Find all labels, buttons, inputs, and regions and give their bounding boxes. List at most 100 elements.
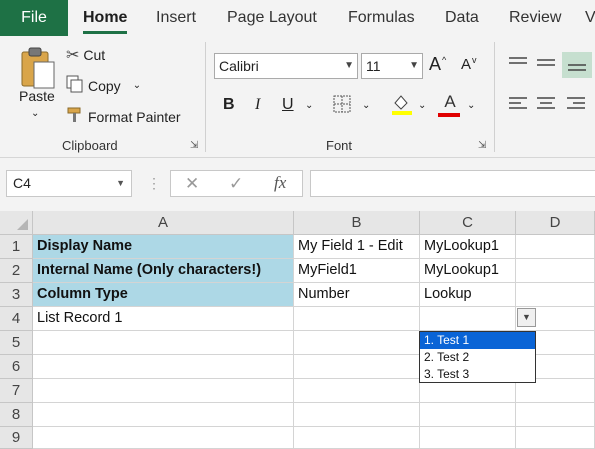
tab-data[interactable]: Data [445,0,479,36]
align-left-icon[interactable] [508,96,528,115]
row-header[interactable]: 8 [0,403,33,427]
table-cell[interactable] [294,427,420,449]
shrink-font-label: A [461,56,472,73]
insert-function-icon[interactable]: fx [274,173,286,193]
borders-chevron-down-icon[interactable]: ⌄ [362,100,370,111]
increase-font-size-button[interactable]: A ^ [429,54,446,75]
table-cell[interactable] [420,427,516,449]
table-cell[interactable] [516,427,595,449]
font-group-label: Font [326,138,353,153]
table-cell[interactable] [294,355,420,379]
table-cell[interactable]: Display Name [33,235,294,259]
tab-home[interactable]: Home [83,0,128,36]
underline-button[interactable]: U [282,96,294,114]
dropdown-option[interactable]: 2. Test 2 [420,349,535,366]
ribbon: Paste ⌄ ✂ Cut Copy ⌄ Format Painter Clip… [0,36,595,158]
row-header[interactable]: 4 [0,307,33,331]
row-header[interactable]: 5 [0,331,33,355]
font-size-select[interactable]: 11 ▼ [361,53,423,79]
cut-button[interactable]: ✂ Cut [66,45,105,65]
column-header-a[interactable]: A [33,211,294,235]
clipboard-dialog-launcher-icon[interactable]: ⇲ [190,140,198,151]
borders-icon[interactable] [332,94,352,117]
table-cell[interactable]: MyLookup1 [420,235,516,259]
column-header-d[interactable]: D [516,211,595,235]
table-cell[interactable] [294,403,420,427]
table-cell[interactable] [294,379,420,403]
name-box-chevron-down-icon[interactable]: ▼ [116,171,125,196]
tab-page-layout[interactable]: Page Layout [227,0,317,36]
column-header-b[interactable]: B [294,211,420,235]
font-color-chevron-down-icon[interactable]: ⌄ [467,100,475,111]
align-right-icon[interactable] [566,96,586,115]
font-color-label: A [444,92,456,111]
table-cell[interactable]: Column Type [33,283,294,307]
tab-view[interactable]: V [585,0,595,36]
tab-review[interactable]: Review [509,0,561,36]
table-cell[interactable] [420,403,516,427]
font-color-icon[interactable]: A [438,92,462,117]
enter-check-icon[interactable]: ✓ [229,174,243,194]
active-cell[interactable] [420,307,516,331]
row-header[interactable]: 9 [0,427,33,449]
table-cell[interactable] [294,307,420,331]
table-cell[interactable] [516,403,595,427]
copy-chevron-down-icon[interactable]: ⌄ [133,80,141,91]
font-name-select[interactable]: Calibri ▼ [214,53,358,79]
paste-chevron-down-icon[interactable]: ⌄ [31,108,39,119]
ribbon-group-divider [205,42,206,152]
fill-color-chevron-down-icon[interactable]: ⌄ [418,100,426,111]
italic-button[interactable]: I [255,96,260,114]
table-cell[interactable] [33,427,294,449]
cut-label: Cut [83,47,106,63]
formula-input[interactable] [310,170,595,197]
table-cell[interactable]: My Field 1 - Edit [294,235,420,259]
font-dialog-launcher-icon[interactable]: ⇲ [478,140,486,151]
align-middle-icon[interactable] [536,56,556,75]
decrease-font-size-button[interactable]: Av [461,55,477,74]
table-cell[interactable] [294,331,420,355]
name-box[interactable]: C4 ▼ [6,170,132,197]
table-cell[interactable] [516,283,595,307]
ribbon-group-divider [494,42,495,152]
table-cell[interactable]: MyField1 [294,259,420,283]
paste-icon[interactable] [20,46,58,93]
select-all-corner[interactable] [0,211,33,235]
tab-formulas[interactable]: Formulas [348,0,415,36]
table-cell[interactable] [33,355,294,379]
formula-bar-grip-icon[interactable]: ⋮ [147,175,161,192]
copy-button[interactable]: Copy ⌄ [66,75,141,96]
table-cell[interactable] [516,235,595,259]
format-painter-button[interactable]: Format Painter [66,106,181,127]
cancel-icon[interactable]: ✕ [185,174,199,194]
align-bottom-icon[interactable] [562,52,592,78]
cell-dropdown-arrow-icon[interactable]: ▼ [517,308,536,327]
tab-insert[interactable]: Insert [156,0,196,36]
table-cell[interactable]: Number [294,283,420,307]
table-cell[interactable]: Internal Name (Only characters!) [33,259,294,283]
row-header[interactable]: 1 [0,235,33,259]
align-center-icon[interactable] [536,96,556,115]
row-header[interactable]: 2 [0,259,33,283]
table-cell[interactable] [516,259,595,283]
table-cell[interactable]: MyLookup1 [420,259,516,283]
table-cell[interactable]: Lookup [420,283,516,307]
font-size-chevron-down-icon: ▼ [409,60,419,71]
row-header[interactable]: 7 [0,379,33,403]
paste-button[interactable]: Paste [19,88,55,104]
underline-chevron-down-icon[interactable]: ⌄ [305,100,313,111]
row-header[interactable]: 3 [0,283,33,307]
bold-button[interactable]: B [223,96,235,114]
dropdown-option[interactable]: 1. Test 1 [420,332,535,349]
table-cell[interactable] [33,331,294,355]
row-header[interactable]: 6 [0,355,33,379]
column-header-c[interactable]: C [420,211,516,235]
dropdown-option[interactable]: 3. Test 3 [420,366,535,383]
clipboard-group-label: Clipboard [62,138,118,153]
fill-color-icon[interactable] [390,92,414,119]
tab-file[interactable]: File [0,0,68,36]
align-top-icon[interactable] [508,56,528,73]
table-cell[interactable]: List Record 1 [33,307,294,331]
table-cell[interactable] [33,379,294,403]
table-cell[interactable] [33,403,294,427]
